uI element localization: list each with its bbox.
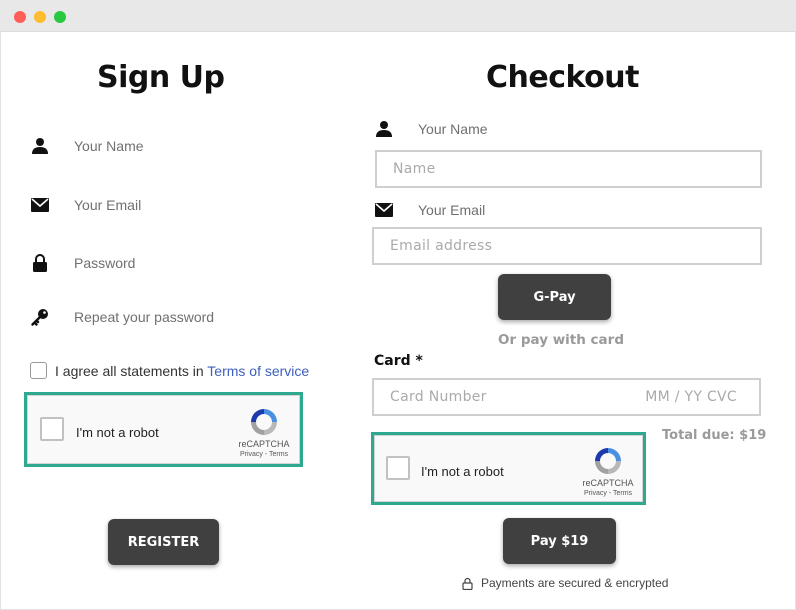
signup-title: Sign Up: [97, 60, 225, 95]
card-input[interactable]: Card Number MM / YY CVC: [372, 378, 761, 416]
terms-prefix: I agree all statements in: [55, 363, 204, 379]
checkout-email-input[interactable]: Email address: [372, 227, 762, 265]
card-expiry-placeholder: MM / YY CVC: [645, 389, 737, 405]
envelope-icon: [30, 195, 50, 215]
pay-button[interactable]: Pay $19: [503, 518, 616, 564]
lock-icon: [462, 577, 473, 590]
signup-recaptcha-checkbox[interactable]: [40, 417, 64, 441]
signup-email-field[interactable]: Your Email: [30, 195, 141, 215]
card-label-text: Card: [374, 353, 411, 369]
total-due-text: Total due: $19: [662, 428, 767, 443]
terms-checkbox[interactable]: [30, 362, 47, 379]
checkout-recaptcha-links[interactable]: Privacy - Terms: [573, 490, 643, 497]
card-required-mark: *: [415, 353, 423, 369]
window-titlebar: [0, 0, 796, 32]
terms-text: I agree all statements in Terms of servi…: [55, 363, 309, 379]
signup-name-label: Your Name: [74, 138, 144, 154]
maximize-window-button[interactable]: [54, 11, 66, 23]
signup-recaptcha-brand: reCAPTCHA: [238, 439, 290, 449]
register-button[interactable]: REGISTER: [108, 519, 219, 565]
terms-of-service-link[interactable]: Terms of service: [207, 363, 309, 379]
card-label: Card *: [374, 353, 423, 369]
checkout-recaptcha: I'm not a robot reCAPTCHA Privacy - Term…: [371, 432, 646, 505]
secure-text: Payments are secured & encrypted: [481, 576, 669, 590]
checkout-name-input[interactable]: Name: [375, 150, 762, 188]
recaptcha-logo-icon: [595, 448, 621, 474]
signup-recaptcha-links[interactable]: Privacy - Terms: [229, 451, 299, 458]
person-icon: [374, 119, 394, 139]
checkout-title: Checkout: [486, 60, 639, 95]
signup-repeat-password-label: Repeat your password: [74, 309, 215, 325]
signup-email-label: Your Email: [74, 197, 142, 213]
signup-repeat-password-field[interactable]: Repeat your password: [30, 307, 214, 327]
signup-name-field[interactable]: Your Name: [30, 136, 144, 156]
signup-password-field[interactable]: Password: [30, 253, 135, 273]
key-icon: [30, 307, 50, 327]
minimize-window-button[interactable]: [34, 11, 46, 23]
checkout-recaptcha-label: I'm not a robot: [421, 464, 504, 479]
card-number-placeholder: Card Number: [390, 389, 487, 405]
checkout-name-label: Your Name: [418, 121, 488, 137]
person-icon: [30, 136, 50, 156]
or-pay-with-card-text: Or pay with card: [498, 332, 624, 348]
checkout-recaptcha-checkbox[interactable]: [386, 456, 410, 480]
checkout-email-label-row: Your Email: [374, 200, 485, 220]
checkout-name-label-row: Your Name: [374, 119, 488, 139]
signup-password-label: Password: [74, 255, 136, 271]
signup-recaptcha-label: I'm not a robot: [76, 425, 159, 440]
gpay-button[interactable]: G-Pay: [498, 274, 611, 320]
envelope-icon: [374, 200, 394, 220]
checkout-email-label: Your Email: [418, 202, 486, 218]
lock-icon: [30, 253, 50, 273]
checkout-recaptcha-brand: reCAPTCHA: [582, 478, 634, 488]
recaptcha-logo-icon: [251, 409, 277, 435]
secure-note: Payments are secured & encrypted: [462, 576, 668, 590]
signup-recaptcha: I'm not a robot reCAPTCHA Privacy - Term…: [24, 392, 303, 467]
close-window-button[interactable]: [14, 11, 26, 23]
